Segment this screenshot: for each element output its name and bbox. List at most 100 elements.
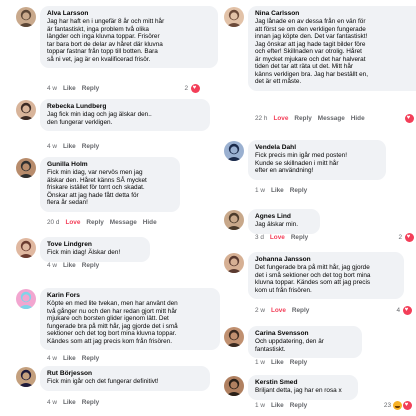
- reply-button[interactable]: Reply: [290, 402, 307, 409]
- comment-timestamp[interactable]: 1 w: [255, 187, 265, 194]
- avatar-image: [16, 289, 36, 309]
- comment-author-name[interactable]: Carina Svensson: [255, 330, 355, 338]
- avatar-image: [16, 367, 36, 387]
- avatar-image: [224, 210, 244, 230]
- avatar[interactable]: [16, 7, 36, 27]
- reply-button[interactable]: Reply: [82, 143, 99, 150]
- comment-timestamp[interactable]: 20 d: [47, 219, 59, 226]
- hide-button[interactable]: Hide: [143, 219, 157, 226]
- comment-timestamp[interactable]: 4 w: [47, 85, 57, 92]
- comment-timestamp[interactable]: 3 d: [255, 234, 264, 241]
- reply-button[interactable]: Reply: [82, 399, 99, 406]
- like-button[interactable]: Like: [271, 359, 284, 366]
- like-button[interactable]: Like: [271, 402, 284, 409]
- avatar[interactable]: [16, 238, 36, 258]
- comment-text: Fick min igår och det fungerar definitiv…: [47, 378, 159, 385]
- comment-author-name[interactable]: Karin Fors: [47, 292, 213, 300]
- like-button[interactable]: Like: [63, 262, 76, 269]
- comment-actions: 4 w Like Reply: [47, 398, 105, 407]
- reaction-summary[interactable]: 2: [398, 233, 414, 243]
- comment-text: Jag lånade en av dessa från en vän för a…: [255, 18, 368, 85]
- love-button[interactable]: Love: [273, 115, 288, 122]
- comment-text: Fick precis min igår med posten! Kunde s…: [255, 152, 347, 174]
- comment-author-name[interactable]: Nina Carlsson: [255, 10, 416, 18]
- like-button[interactable]: Like: [63, 143, 76, 150]
- love-button[interactable]: Love: [65, 219, 80, 226]
- comment-text: Köpte en med lite tvekan, men har använt…: [47, 300, 178, 345]
- comment-timestamp[interactable]: 4 w: [47, 143, 57, 150]
- avatar-image: [16, 158, 36, 178]
- comment-author-name[interactable]: Gunilla Holm: [47, 161, 173, 169]
- reply-button[interactable]: Reply: [82, 355, 99, 362]
- avatar[interactable]: [224, 376, 244, 396]
- reply-button[interactable]: Reply: [82, 262, 99, 269]
- reaction-summary[interactable]: 23: [384, 401, 412, 411]
- avatar[interactable]: [224, 141, 244, 161]
- reply-button[interactable]: Reply: [86, 219, 103, 226]
- comment-text: Fick min idag, var nervös men jag älskar…: [47, 169, 147, 206]
- reaction-summary[interactable]: 4: [396, 306, 412, 316]
- heart-icon: [403, 401, 412, 410]
- love-button[interactable]: Love: [271, 307, 286, 314]
- comment-author-name[interactable]: Tove Lindgren: [47, 241, 143, 249]
- comment-bubble: Karin Fors Köpte en med lite tvekan, men …: [40, 288, 220, 350]
- comment-timestamp[interactable]: 1 w: [255, 359, 265, 366]
- comment-text: Jag har haft en i ungefär 8 år och mitt …: [47, 18, 165, 63]
- comment-timestamp[interactable]: 2 w: [255, 307, 265, 314]
- comment-bubble: Agnes Lind Jag älskar min.: [248, 209, 320, 234]
- comment-actions: 1 w Like Reply: [255, 358, 313, 367]
- comment-author-name[interactable]: Johanna Jansson: [255, 256, 397, 264]
- right-comment-column: Nina Carlsson Jag lånade en av dessa från…: [208, 0, 416, 416]
- reply-button[interactable]: Reply: [82, 85, 99, 92]
- avatar-image: [224, 7, 244, 27]
- comment-text: Briljant detta, jag har en rosa x: [255, 387, 342, 394]
- reply-button[interactable]: Reply: [290, 187, 307, 194]
- avatar[interactable]: [224, 7, 244, 27]
- like-button[interactable]: Like: [63, 85, 76, 92]
- avatar[interactable]: [16, 289, 36, 309]
- comment-author-name[interactable]: Alva Larsson: [47, 10, 211, 18]
- like-button[interactable]: Like: [63, 355, 76, 362]
- comment-author-name[interactable]: Rut Börjesson: [47, 370, 203, 378]
- reply-button[interactable]: Reply: [290, 359, 307, 366]
- comment-bubble: Vendela Dahl Fick precis min igår med pos…: [248, 140, 386, 180]
- comment-timestamp[interactable]: 1 w: [255, 402, 265, 409]
- reply-button[interactable]: Reply: [292, 307, 309, 314]
- reaction-summary[interactable]: 2: [184, 84, 200, 94]
- message-button[interactable]: Message: [110, 219, 137, 226]
- message-button[interactable]: Message: [318, 115, 345, 122]
- hide-button[interactable]: Hide: [351, 115, 365, 122]
- avatar[interactable]: [224, 253, 244, 273]
- comment-actions: 2 w Love Reply: [255, 306, 315, 315]
- reaction-summary[interactable]: [404, 114, 414, 124]
- love-button[interactable]: Love: [270, 234, 285, 241]
- avatar-image: [16, 7, 36, 27]
- avatar[interactable]: [224, 210, 244, 230]
- avatar[interactable]: [16, 158, 36, 178]
- comment-bubble: Johanna Jansson Det fungerade bra på mitt…: [248, 252, 404, 299]
- comment-author-name[interactable]: Vendela Dahl: [255, 144, 379, 152]
- reply-button[interactable]: Reply: [291, 234, 308, 241]
- avatar[interactable]: [16, 100, 36, 120]
- avatar[interactable]: [224, 327, 244, 347]
- reaction-count: 2: [184, 85, 188, 93]
- comment-actions: 1 w Like Reply: [255, 401, 313, 410]
- comment-text: Och uppdatering, den är fantastiskt.: [255, 338, 324, 353]
- avatar[interactable]: [16, 367, 36, 387]
- comment-author-name[interactable]: Kerstin Smed: [255, 379, 351, 387]
- comment-bubble: Rut Börjesson Fick min igår och det funge…: [40, 366, 210, 391]
- reaction-count: 23: [383, 402, 391, 410]
- comment-timestamp[interactable]: 4 w: [47, 355, 57, 362]
- like-button[interactable]: Like: [271, 187, 284, 194]
- comment-bubble: Gunilla Holm Fick min idag, var nervös me…: [40, 157, 180, 212]
- comment-author-name[interactable]: Agnes Lind: [255, 213, 313, 221]
- comment-timestamp[interactable]: 4 w: [47, 262, 57, 269]
- heart-icon: [403, 306, 412, 315]
- like-button[interactable]: Like: [63, 399, 76, 406]
- comment-author-name[interactable]: Rebecka Lundberg: [47, 103, 203, 111]
- comment-text: Jag älskar min.: [255, 221, 298, 228]
- heart-icon: [405, 114, 414, 123]
- comment-timestamp[interactable]: 4 w: [47, 399, 57, 406]
- reply-button[interactable]: Reply: [294, 115, 311, 122]
- comment-timestamp[interactable]: 22 h: [255, 115, 267, 122]
